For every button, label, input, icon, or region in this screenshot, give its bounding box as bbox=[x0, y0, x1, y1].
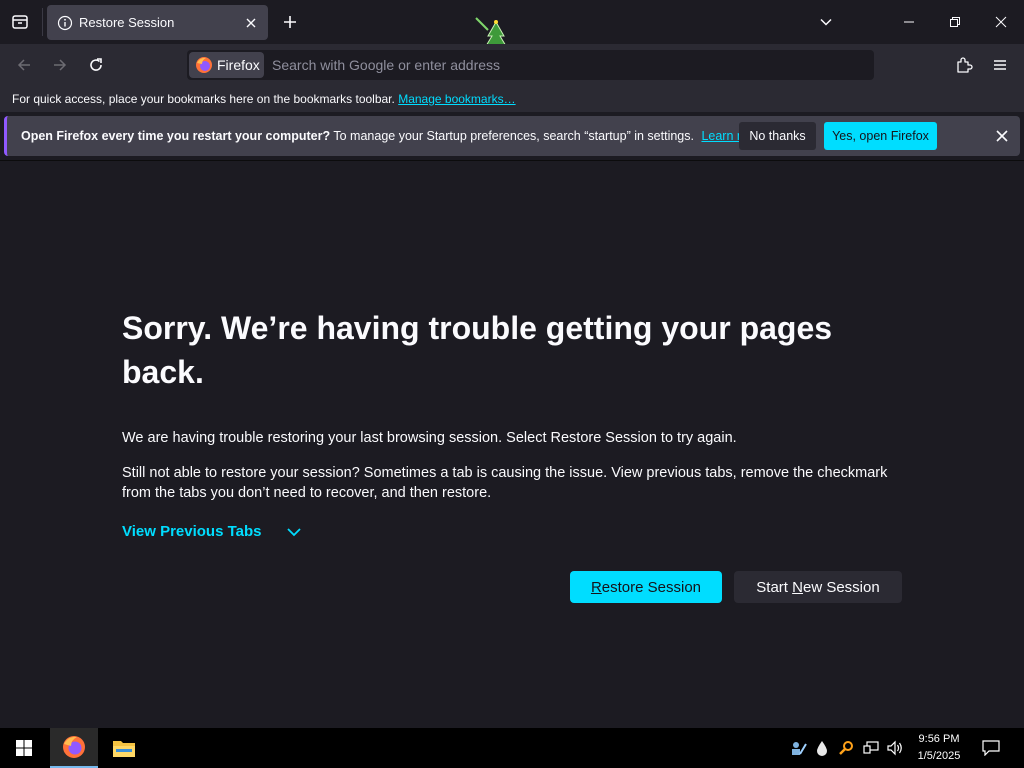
extensions-icon bbox=[957, 57, 973, 73]
content-separator bbox=[0, 160, 1024, 161]
start-button[interactable] bbox=[0, 728, 48, 768]
notification-icon bbox=[982, 740, 1000, 756]
page-title: Sorry. We’re having trouble getting your… bbox=[122, 310, 833, 390]
close-icon[interactable] bbox=[240, 12, 262, 34]
forward-icon bbox=[54, 59, 67, 71]
restore-label: estore Session bbox=[601, 578, 702, 596]
restore-accel-key: R bbox=[590, 578, 602, 596]
app-menu-button[interactable] bbox=[985, 50, 1015, 80]
tray-drop-icon[interactable] bbox=[812, 728, 832, 768]
close-window-button[interactable] bbox=[978, 0, 1024, 44]
identity-label: Firefox bbox=[217, 57, 260, 73]
error-page: Sorry. We’re having trouble getting your… bbox=[122, 306, 902, 603]
address-input[interactable] bbox=[272, 50, 832, 80]
error-help: Still not able to restore your session? … bbox=[122, 465, 888, 501]
error-description: We are having trouble restoring your las… bbox=[122, 430, 737, 446]
firefox-icon bbox=[63, 736, 85, 758]
view-previous-tabs-toggle[interactable]: View Previous Tabs bbox=[122, 523, 302, 540]
tab-separator bbox=[42, 8, 43, 36]
tab-list-button[interactable] bbox=[8, 10, 32, 34]
close-icon bbox=[995, 16, 1007, 28]
startup-notification: Open Firefox every time you restart your… bbox=[4, 116, 1020, 156]
tray-volume-icon[interactable] bbox=[884, 728, 906, 768]
notification-close-button[interactable] bbox=[991, 125, 1013, 147]
notification-bold: Open Firefox every time you restart your… bbox=[21, 129, 331, 143]
start-new-label-after: ew Session bbox=[802, 578, 880, 596]
new-tab-button[interactable] bbox=[278, 10, 302, 34]
taskbar-clock[interactable]: 9:56 PM 1/5/2025 bbox=[906, 731, 972, 765]
restore-window-button[interactable] bbox=[932, 0, 978, 44]
restore-icon bbox=[950, 17, 960, 27]
plus-icon bbox=[284, 16, 296, 28]
bookmarks-toolbar: For quick access, place your bookmarks h… bbox=[0, 86, 1024, 112]
start-new-label-before: Start bbox=[756, 578, 793, 596]
no-thanks-button[interactable]: No thanks bbox=[739, 122, 816, 150]
tab-list-icon bbox=[12, 15, 28, 29]
firefox-icon bbox=[196, 57, 212, 73]
list-all-tabs-button[interactable] bbox=[814, 10, 838, 34]
action-center-button[interactable] bbox=[978, 728, 1004, 768]
restore-session-button[interactable]: Restore Session bbox=[570, 571, 722, 603]
windows-start-icon bbox=[16, 740, 32, 756]
forward-button[interactable] bbox=[45, 50, 75, 80]
folder-icon bbox=[113, 741, 135, 757]
tab-strip: Restore Session bbox=[0, 0, 1024, 47]
notification-message: Open Firefox every time you restart your… bbox=[21, 129, 765, 143]
close-icon bbox=[996, 130, 1008, 142]
chevron-down-icon bbox=[820, 18, 832, 26]
menu-icon bbox=[994, 60, 1006, 70]
tray-search-key-icon[interactable] bbox=[836, 728, 856, 768]
minimize-icon bbox=[904, 21, 914, 23]
taskbar-file-explorer[interactable] bbox=[100, 728, 148, 768]
back-icon bbox=[17, 59, 30, 71]
view-previous-tabs-label: View Previous Tabs bbox=[122, 523, 262, 540]
start-new-session-button[interactable]: Start New Session bbox=[734, 571, 902, 603]
windows-taskbar: 9:56 PM 1/5/2025 bbox=[0, 728, 1024, 768]
manage-bookmarks-link[interactable]: Manage bookmarks… bbox=[398, 92, 515, 106]
back-button[interactable] bbox=[9, 50, 39, 80]
yes-open-firefox-button[interactable]: Yes, open Firefox bbox=[824, 122, 937, 150]
notification-text: To manage your Startup preferences, sear… bbox=[330, 129, 694, 143]
bookmarks-hint: For quick access, place your bookmarks h… bbox=[12, 92, 395, 106]
info-icon bbox=[57, 15, 73, 31]
minimize-button[interactable] bbox=[886, 0, 932, 44]
reload-button[interactable] bbox=[81, 50, 111, 80]
identity-box[interactable]: Firefox bbox=[189, 52, 264, 78]
tray-network-icon[interactable] bbox=[860, 728, 882, 768]
chevron-down-icon bbox=[286, 524, 302, 540]
tab-title: Restore Session bbox=[79, 15, 175, 30]
clock-time: 9:56 PM bbox=[918, 733, 960, 745]
extensions-button[interactable] bbox=[949, 50, 979, 80]
tab-restore-session[interactable]: Restore Session bbox=[47, 5, 268, 40]
start-new-accel-key: N bbox=[792, 578, 803, 596]
tray-network-people-icon[interactable] bbox=[788, 728, 810, 768]
clock-date: 1/5/2025 bbox=[917, 750, 961, 762]
reload-icon bbox=[90, 58, 102, 71]
taskbar-firefox[interactable] bbox=[50, 728, 98, 768]
